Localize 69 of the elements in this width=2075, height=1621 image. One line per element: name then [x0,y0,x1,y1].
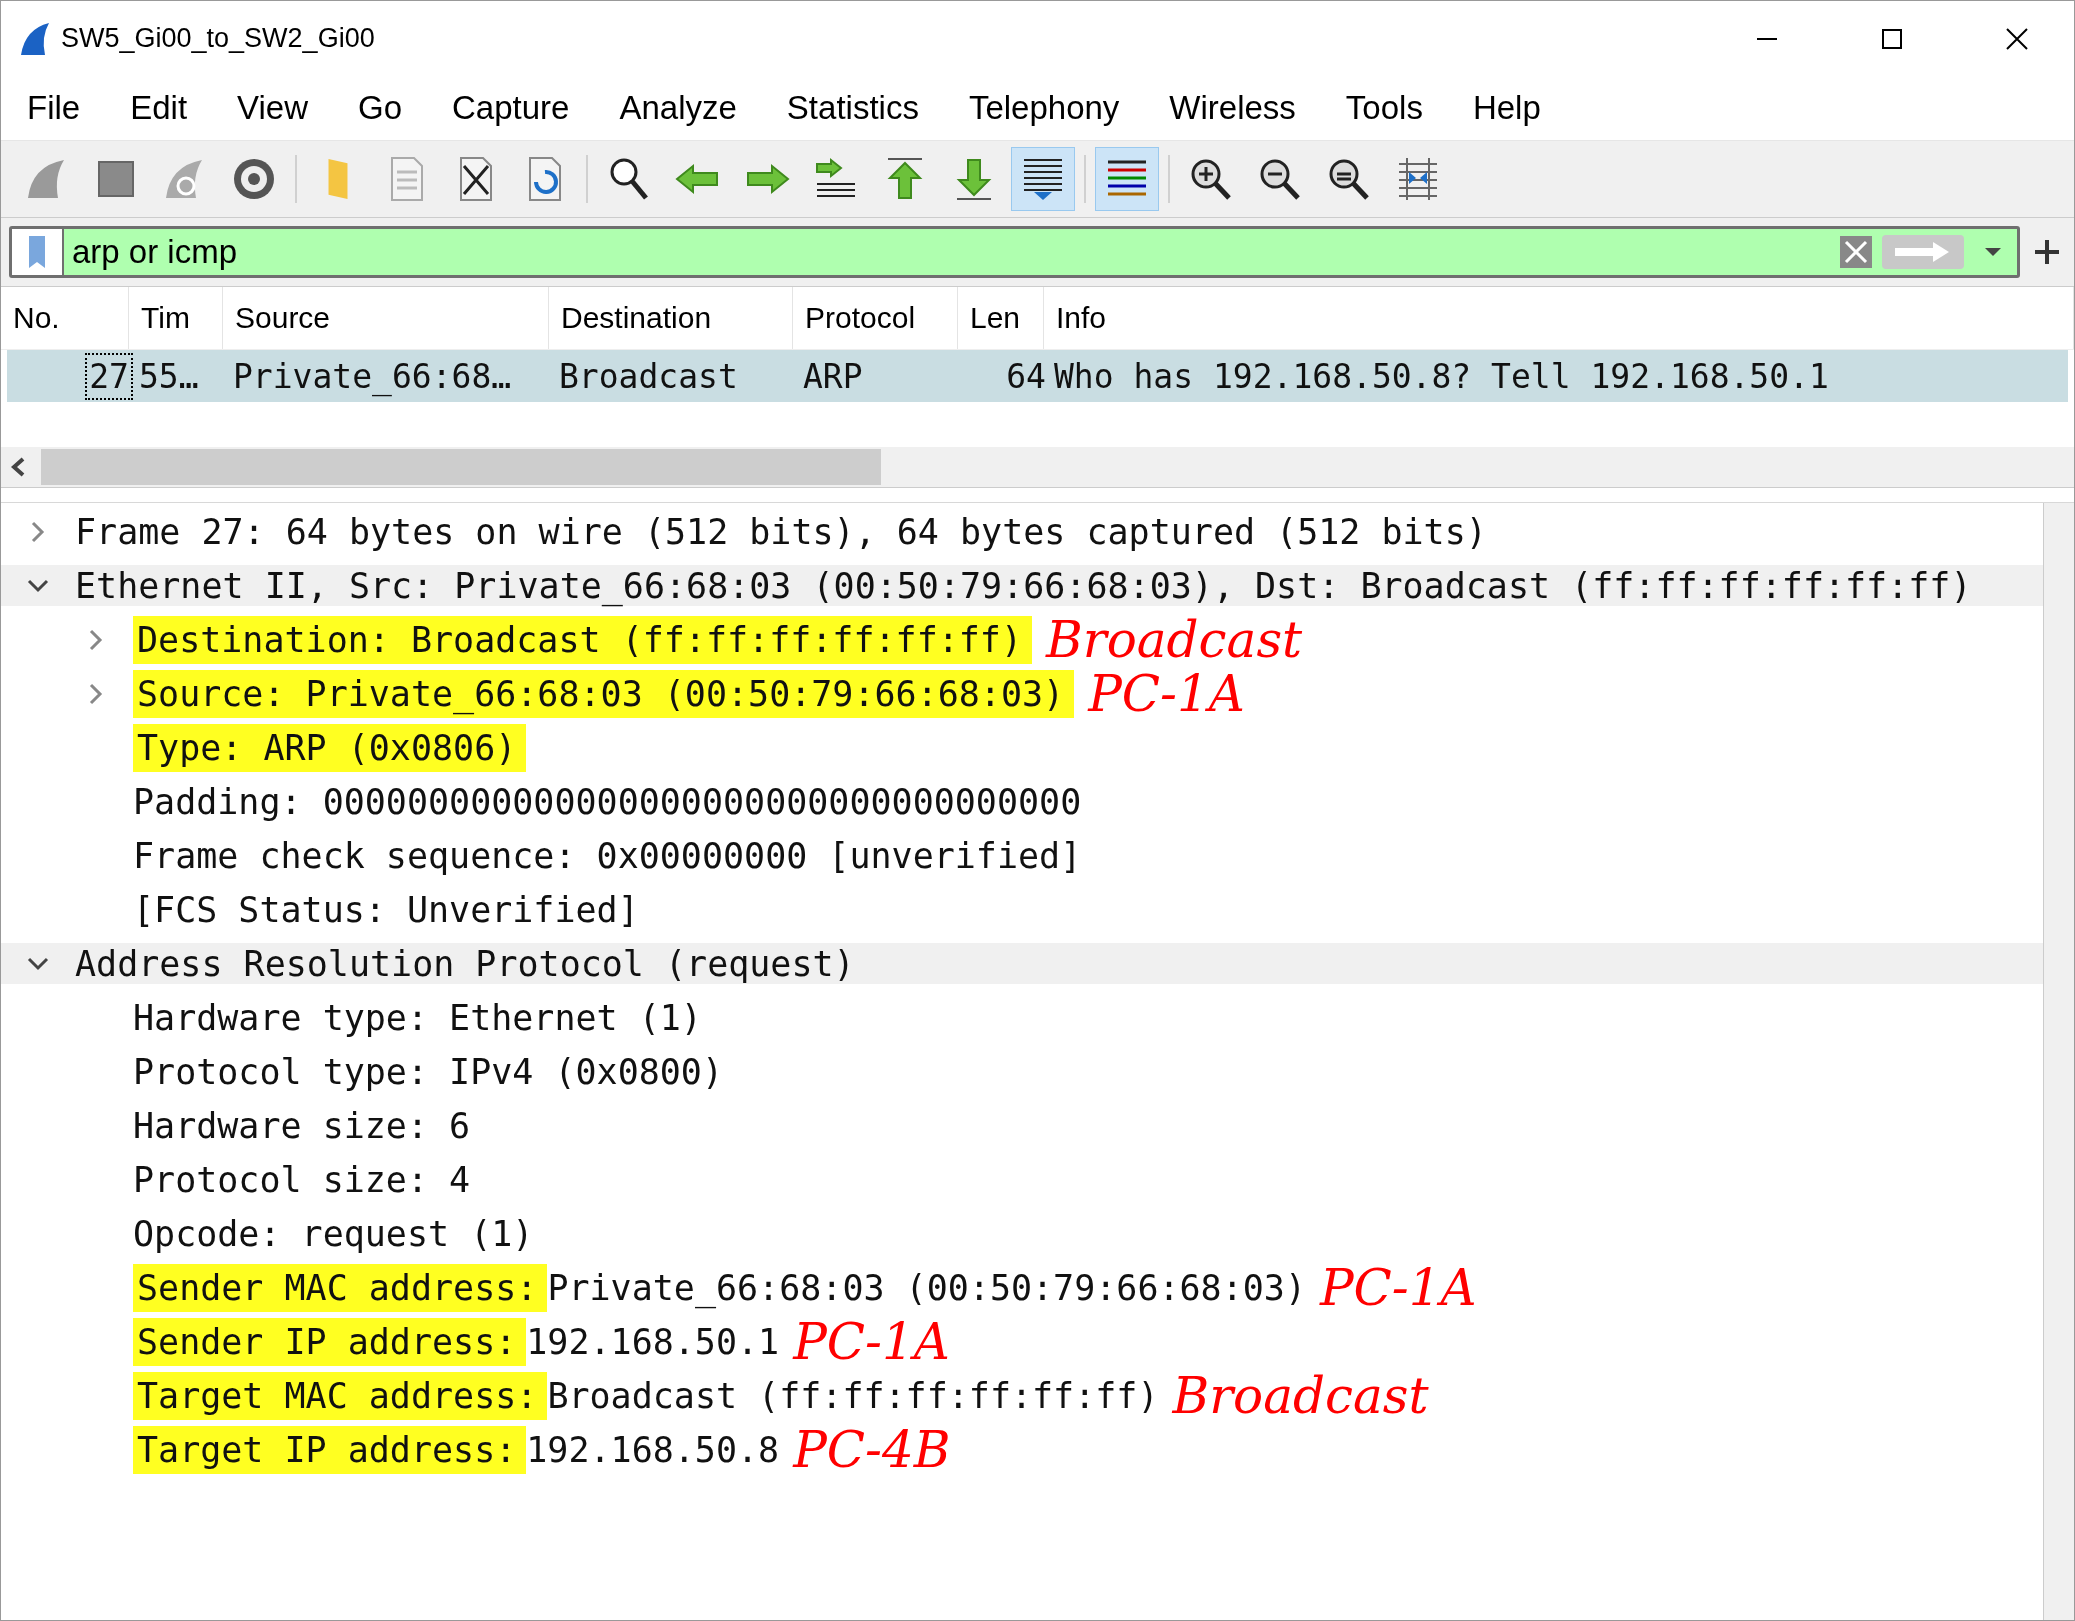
tree-item[interactable]: Protocol type: IPv4 (0x0800) [133,1051,723,1092]
toolbar-button[interactable] [1095,147,1159,211]
handwritten-note: PC-4B [793,1420,951,1479]
menu-item[interactable]: Statistics [786,89,919,127]
menu-item[interactable]: View [237,89,308,127]
highlighted-field: Source: Private_66:68:03 (00:50:79:66:68:03) [133,669,1075,718]
folder-icon [328,159,348,199]
column-header[interactable]: No. [1,287,129,349]
highlighted-field: Target MAC address: [133,1371,548,1420]
menu-item[interactable]: Help [1472,89,1541,127]
window-title: SW5_Gi00_to_SW2_Gi00 [61,23,376,54]
column-header[interactable]: Len [958,287,1044,349]
highlighted-field: Sender MAC address: [133,1263,548,1312]
minimize-icon [1756,37,1777,40]
table-cell: 55… [139,356,199,396]
menu-item[interactable]: Analyze [619,89,737,127]
collapsed-chevron-icon[interactable] [31,520,45,543]
vertical-scrollbar[interactable] [2043,503,2074,1620]
handwritten-note: PC-1A [1319,1258,1477,1317]
handwritten-note: Broadcast [1172,1366,1429,1425]
tree-item[interactable]: Private_66:68:03 (00:50:79:66:68:03) [547,1267,1306,1308]
bookmark-icon[interactable] [27,234,47,270]
toolbar-button[interactable] [1011,147,1075,211]
table-cell: 64 [1006,356,1046,396]
highlighted-field: Sender IP address: [133,1317,527,1366]
tree-item[interactable]: Opcode: request (1) [133,1213,534,1254]
tree-item[interactable]: Broadcast (ff:ff:ff:ff:ff:ff) [547,1375,1159,1416]
table-cell: 27 [87,354,131,398]
column-header[interactable]: Protocol [793,287,958,349]
maximize-icon [1881,28,1902,49]
highlighted-field: Type: ARP (0x0806) [133,723,527,772]
table-cell: ARP [803,356,863,396]
filter-bar[interactable]: arp or icmp [9,226,2020,278]
collapsed-chevron-icon[interactable] [89,682,103,705]
collapsed-chevron-icon[interactable] [89,628,103,651]
horizontal-scrollbar[interactable] [1,447,2074,488]
table-cell: Who has 192.168.50.8? Tell 192.168.50.1 [1054,356,1829,396]
highlighted-field: Target IP address: [133,1425,527,1474]
menu-item[interactable]: File [27,89,81,127]
tree-item[interactable]: Hardware size: 6 [133,1105,471,1146]
tree-item[interactable]: Hardware type: Ethernet (1) [133,997,702,1038]
column-header[interactable]: Destination [549,287,793,349]
clear-icon[interactable] [1839,235,1873,269]
handwritten-note: PC-1A [793,1312,950,1371]
column-header[interactable]: Info [1044,287,2074,349]
table-cell: Broadcast [559,356,738,396]
tree-item[interactable]: Protocol size: 4 [133,1159,471,1200]
column-header[interactable]: Source [223,287,549,349]
table-cell: Private_66:68… [233,356,512,396]
expanded-chevron-icon[interactable] [27,956,49,971]
tree-item[interactable]: 192.168.50.8 [526,1429,780,1470]
column-header[interactable]: Tim [129,287,223,349]
tree-item[interactable]: 192.168.50.1 [526,1321,780,1362]
tree-item[interactable]: Padding: 000000000000000000000000000000000000 [133,781,1082,822]
menu-item[interactable]: Capture [452,89,570,127]
tree-item[interactable]: Frame 27: 64 bytes on wire (512 bits), 64 bytes captured (512 bits) [75,511,1487,552]
menu-item[interactable]: Tools [1345,89,1423,127]
menu-item[interactable]: Telephony [968,89,1120,127]
menu-item[interactable]: Edit [130,89,188,127]
highlighted-field: Destination: Broadcast (ff:ff:ff:ff:ff:ff) [133,615,1032,664]
tree-item[interactable]: [FCS Status: Unverified] [133,889,639,930]
packet-row[interactable]: 27 55… Private_66:68… Broadcast ARP 64 Who has 192.168.50.8? Tell 192.168.50.1 [7,350,2068,402]
menu-item[interactable]: Go [358,89,403,127]
close-icon [2005,27,2028,50]
expanded-chevron-icon[interactable] [27,578,49,593]
menu-item[interactable]: Wireless [1169,89,1296,127]
plus-icon[interactable] [2032,237,2062,267]
shark-fin-icon [19,20,51,57]
tree-item[interactable]: Frame check sequence: 0x00000000 [unverified] [133,835,1082,876]
